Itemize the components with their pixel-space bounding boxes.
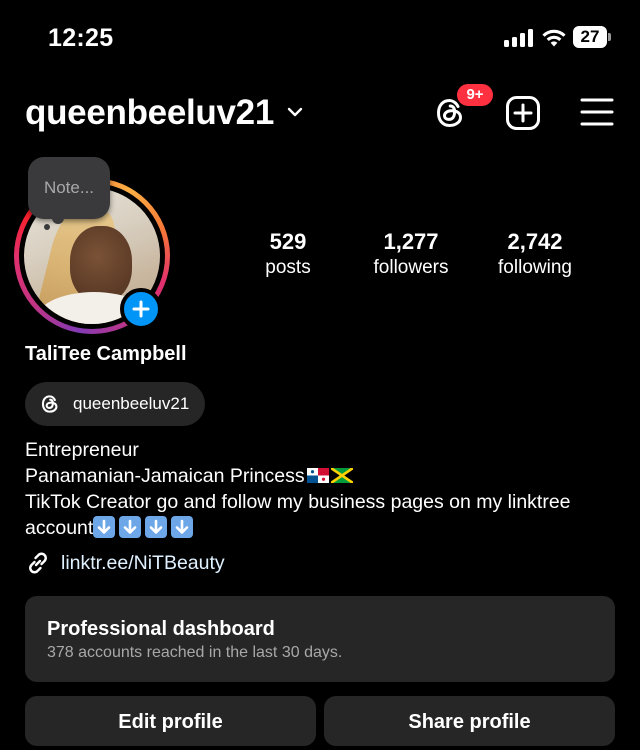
bio-line-1: Entrepreneur: [25, 439, 139, 461]
down-arrow-icon: [93, 516, 116, 538]
bio-link-text[interactable]: linktr.ee/NiTBeauty: [61, 552, 225, 575]
battery-icon: 27: [573, 26, 611, 48]
chevron-down-icon[interactable]: [287, 106, 303, 118]
note-bubble-tail-dot: [44, 224, 50, 230]
display-name: TaliTee Campbell: [25, 343, 187, 365]
followers-count: 1,277: [383, 229, 439, 254]
threads-profile-link[interactable]: queenbeeluv21: [25, 382, 206, 426]
down-arrow-icon: [119, 516, 142, 538]
signal-icon: [504, 29, 534, 47]
threads-handle: queenbeeluv21: [73, 394, 190, 413]
bio-line-4-text: account: [25, 517, 94, 539]
down-arrow-icon: [145, 516, 168, 538]
menu-icon[interactable]: [580, 97, 614, 127]
link-icon: [29, 552, 47, 574]
note-bubble-tail: [52, 212, 64, 224]
following-stat[interactable]: 2,742 following: [475, 228, 595, 280]
plus-icon: [132, 300, 150, 318]
bio-line-3: TikTok Creator go and follow my business…: [25, 491, 571, 513]
battery-level: 27: [580, 27, 600, 46]
bio: Entrepreneur Panamanian-Jamaican Princes…: [25, 437, 625, 541]
posts-count: 529: [269, 229, 307, 254]
wifi-icon: [542, 29, 566, 47]
add-story-button[interactable]: [120, 288, 162, 330]
threads-notification-badge: 9+: [455, 82, 495, 108]
panama-flag-icon: [306, 468, 329, 483]
edit-profile-button[interactable]: Edit profile: [25, 696, 316, 746]
create-post-icon[interactable]: [505, 95, 541, 131]
note-bubble[interactable]: Note...: [28, 157, 110, 219]
threads-icon: [41, 395, 58, 413]
dashboard-subtitle: 378 accounts reached in the last 30 days…: [47, 644, 343, 661]
following-count: 2,742: [507, 229, 563, 254]
professional-dashboard[interactable]: Professional dashboard 378 accounts reac…: [25, 596, 615, 682]
followers-stat[interactable]: 1,277 followers: [351, 228, 471, 280]
bio-line-2: Panamanian-Jamaican Princess: [25, 463, 625, 489]
bio-link[interactable]: linktr.ee/NiTBeauty: [25, 550, 225, 576]
dashboard-title: Professional dashboard: [47, 618, 275, 640]
jamaica-flag-icon: [330, 468, 353, 483]
following-label: following: [498, 257, 572, 278]
down-arrow-icon: [171, 516, 194, 538]
down-arrows: [93, 516, 197, 539]
share-profile-button[interactable]: Share profile: [324, 696, 615, 746]
posts-stat[interactable]: 529 posts: [228, 228, 348, 280]
followers-label: followers: [373, 257, 449, 278]
status-bar: 12:25 27: [0, 0, 640, 70]
posts-label: posts: [265, 257, 311, 278]
bio-line-2-text: Panamanian-Jamaican Princess: [25, 465, 305, 487]
status-time: 12:25: [48, 24, 114, 52]
bio-line-4: account: [25, 515, 625, 541]
profile-username[interactable]: queenbeeluv21: [25, 93, 274, 133]
